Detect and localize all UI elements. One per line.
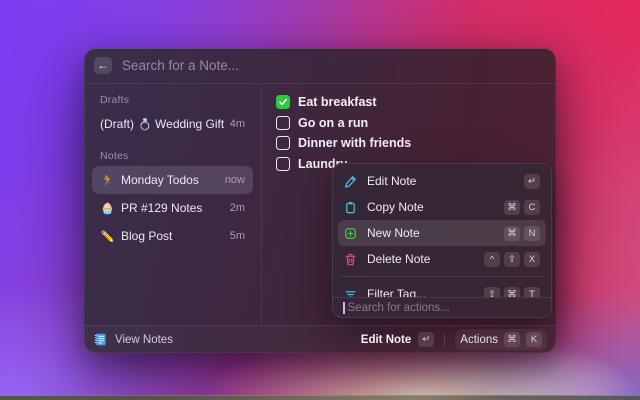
action-copy-note[interactable]: Copy Note ⌘ C: [338, 194, 546, 220]
status-bar-left: View Notes: [93, 332, 361, 347]
wallpaper-horizon: [0, 395, 640, 400]
pencil-icon: [344, 174, 358, 188]
sidebar-item-pr-129-notes[interactable]: 🧁 PR #129 Notes 2m: [92, 194, 253, 222]
launcher-window: ← Drafts (Draft)💍 Wedding Gift Ideas 4m …: [84, 48, 556, 353]
check-icon: [278, 97, 288, 107]
note-title: PR #129 Notes: [121, 201, 224, 215]
checkbox-unchecked[interactable]: [276, 116, 290, 130]
desktop: ← Drafts (Draft)💍 Wedding Gift Ideas 4m …: [0, 0, 640, 400]
return-keycap: ↵: [524, 174, 540, 189]
runner-emoji-icon: 🏃: [100, 174, 115, 187]
sidebar-item-wedding-gift-ideas[interactable]: (Draft)💍 Wedding Gift Ideas 4m: [92, 110, 253, 138]
note-title: Blog Post: [121, 229, 224, 243]
checkbox-checked[interactable]: [276, 95, 290, 109]
text-cursor: [343, 302, 345, 314]
note-timestamp: 4m: [230, 118, 245, 130]
shortcut-keys: ⌘ N: [504, 226, 540, 241]
ring-emoji-icon: 💍: [138, 119, 152, 131]
note-timestamp: now: [225, 174, 245, 186]
todo-row: Go on a run: [276, 113, 556, 134]
todo-label: Dinner with friends: [298, 136, 411, 150]
notes-sidebar: Drafts (Draft)💍 Wedding Gift Ideas 4m No…: [84, 84, 262, 325]
k-keycap: K: [526, 332, 542, 347]
x-keycap: X: [524, 252, 540, 267]
action-edit-note[interactable]: Edit Note ↵: [338, 168, 546, 194]
sidebar-item-monday-todos[interactable]: 🏃 Monday Todos now: [92, 166, 253, 194]
shortcut-keys: ⇧ ⌘ T: [484, 287, 540, 298]
draft-prefix: (Draft): [100, 117, 134, 131]
cmd-keycap: ⌘: [504, 200, 520, 215]
action-new-note[interactable]: New Note ⌘ N: [338, 220, 546, 246]
todo-label: Eat breakfast: [298, 95, 377, 109]
shift-keycap: ⇧: [504, 252, 520, 267]
filter-icon: [344, 287, 358, 297]
todo-label: Go on a run: [298, 116, 368, 130]
pencil-emoji-icon: ✏️: [100, 230, 115, 243]
note-timestamp: 5m: [230, 230, 245, 242]
menu-separator: [340, 276, 544, 277]
actions-search-input[interactable]: Search for actions...: [332, 297, 552, 318]
cupcake-emoji-icon: 🧁: [100, 202, 115, 215]
search-header: ←: [84, 48, 556, 84]
clipboard-icon: [344, 200, 358, 214]
note-timestamp: 2m: [230, 202, 245, 214]
checkbox-unchecked[interactable]: [276, 136, 290, 150]
action-delete-note[interactable]: Delete Note ^ ⇧ X: [338, 246, 546, 272]
back-arrow-icon: ←: [97, 58, 109, 72]
back-button[interactable]: ←: [94, 57, 112, 74]
actions-menu: Edit Note ↵ Copy Note ⌘ C: [332, 163, 552, 318]
c-keycap: C: [524, 200, 540, 215]
view-notes-label: View Notes: [115, 334, 173, 346]
note-title: Monday Todos: [121, 173, 219, 187]
shift-keycap: ⇧: [484, 287, 500, 298]
edit-note-button[interactable]: Edit Note: [361, 334, 411, 346]
shortcut-keys: ⌘ C: [504, 200, 540, 215]
cmd-keycap: ⌘: [504, 332, 520, 347]
shortcut-keys: ^ ⇧ X: [484, 252, 540, 267]
cmd-keycap: ⌘: [504, 287, 520, 298]
note-title: (Draft)💍 Wedding Gift Ideas: [100, 117, 224, 131]
shortcut-keys: ↵: [524, 174, 540, 189]
todo-row: Eat breakfast: [276, 92, 556, 113]
actions-list: Edit Note ↵ Copy Note ⌘ C: [332, 163, 552, 297]
checkbox-unchecked[interactable]: [276, 157, 290, 171]
actions-search-placeholder: Search for actions...: [348, 302, 450, 314]
section-label-drafts: Drafts: [100, 94, 245, 106]
sidebar-item-blog-post[interactable]: ✏️ Blog Post 5m: [92, 222, 253, 250]
t-keycap: T: [524, 287, 540, 298]
trash-icon: [344, 252, 358, 266]
section-label-notes: Notes: [100, 150, 245, 162]
action-filter-tag[interactable]: Filter Tag... ⇧ ⌘ T: [338, 281, 546, 297]
todo-row: Dinner with friends: [276, 133, 556, 154]
status-bar-divider: [444, 333, 445, 346]
actions-button[interactable]: Actions ⌘ K: [455, 329, 547, 350]
return-keycap: ↵: [418, 332, 434, 347]
ctrl-keycap: ^: [484, 252, 500, 267]
cmd-keycap: ⌘: [504, 226, 520, 241]
status-bar: View Notes Edit Note ↵ Actions ⌘ K: [84, 325, 556, 353]
plus-square-icon: [344, 226, 358, 240]
status-bar-right: Edit Note ↵ Actions ⌘ K: [361, 329, 547, 350]
note-search-input[interactable]: [122, 58, 546, 73]
n-keycap: N: [524, 226, 540, 241]
notebook-icon: [93, 332, 108, 347]
